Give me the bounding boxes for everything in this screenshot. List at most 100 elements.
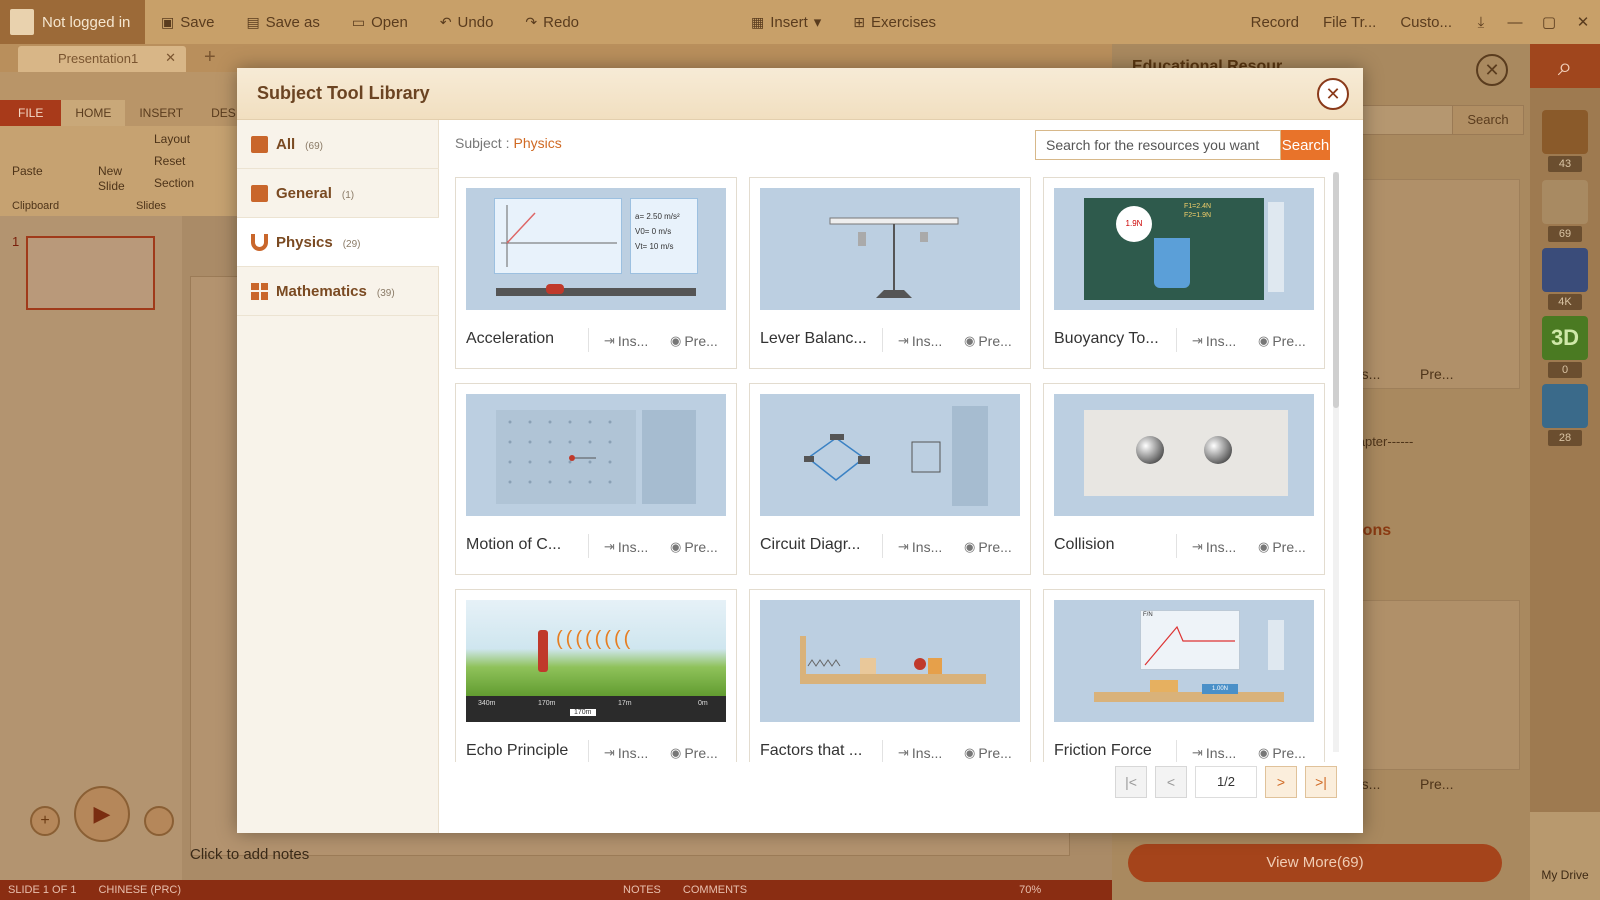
save-as-button[interactable]: ▤ Save as <box>230 14 335 31</box>
preview-button[interactable]: ◉ Pre... <box>670 333 718 349</box>
preview-button[interactable]: ◉ Pre... <box>670 539 718 555</box>
comments-toggle[interactable]: COMMENTS <box>683 884 747 896</box>
preview-button[interactable]: ◉ Pre... <box>964 745 1012 761</box>
tool-card[interactable]: F/N 1.00N Friction Force ⇥ Ins... ◉ Pre... <box>1043 589 1325 762</box>
preview-button[interactable]: ◉ Pre... <box>964 539 1012 555</box>
close-window-icon[interactable]: ✕ <box>1566 13 1600 31</box>
slideshow-icon[interactable] <box>144 806 174 836</box>
side-panel-close-icon[interactable]: ✕ <box>1476 54 1508 86</box>
tab-home[interactable]: HOME <box>61 100 126 126</box>
side-search-button[interactable]: Search <box>1452 105 1524 135</box>
tool-card[interactable]: (((((((( 340m 170m 17m 0m 170m Echo Prin… <box>455 589 737 762</box>
insert-button[interactable]: ⇥ Ins... <box>604 539 648 555</box>
record-button[interactable]: Record <box>1239 14 1311 31</box>
insert-button[interactable]: ⇥ Ins... <box>1192 539 1236 555</box>
tools-icon[interactable] <box>1542 180 1588 224</box>
tool-title: Buoyancy To... <box>1054 330 1159 347</box>
redo-button[interactable]: ↷ Redo <box>509 14 595 31</box>
insert-button[interactable]: ⇥ Ins... <box>898 333 942 349</box>
minimize-icon[interactable]: — <box>1498 14 1532 31</box>
preview-button[interactable]: ◉ Pre... <box>1258 745 1306 761</box>
account-area[interactable]: Not logged in <box>0 0 145 44</box>
tool-card[interactable]: Motion of C... ⇥ Ins... ◉ Pre... <box>455 383 737 575</box>
side-search-input[interactable] <box>1362 105 1462 135</box>
new-slide-button[interactable]: New Slide <box>98 164 134 194</box>
new-tab-icon[interactable]: + <box>204 46 216 69</box>
scrollbar[interactable] <box>1333 172 1339 752</box>
car-icon <box>546 284 564 294</box>
folder-icon: ▭ <box>351 13 366 30</box>
search-icon[interactable]: ⌕ <box>1530 44 1600 88</box>
chevron-down-icon: ▾ <box>813 14 822 31</box>
insert-button[interactable]: ⇥ Ins... <box>604 333 648 349</box>
close-icon[interactable]: ✕ <box>1317 78 1349 110</box>
tool-title: Circuit Diagr... <box>760 536 861 553</box>
notes-placeholder[interactable]: Click to add notes <box>190 846 309 863</box>
reset-button[interactable]: Reset <box>154 154 185 168</box>
tab-insert[interactable]: INSERT <box>125 100 197 126</box>
first-page-button[interactable]: |< <box>1115 766 1147 798</box>
preview-button[interactable]: ◉ Pre... <box>964 333 1012 349</box>
exercises-button[interactable]: ⊞ Exercises <box>837 14 952 31</box>
tab-file[interactable]: FILE <box>0 100 62 126</box>
category-general[interactable]: General (1) <box>237 169 439 218</box>
slide-thumbnail[interactable] <box>26 236 155 310</box>
3d-icon[interactable]: 3D <box>1542 316 1588 360</box>
play-icon[interactable]: ▶ <box>74 786 130 842</box>
insert-menu-button[interactable]: ▦ Insert ▾ <box>735 13 837 32</box>
video-icon[interactable] <box>1542 248 1588 292</box>
category-all[interactable]: All (69) <box>237 120 439 169</box>
layout-button[interactable]: Layout <box>154 132 190 146</box>
card-divider <box>588 740 589 762</box>
insert-button[interactable]: ⇥ Ins... <box>1192 333 1236 349</box>
maximize-icon[interactable]: ▢ <box>1532 13 1566 31</box>
insert-button[interactable]: ⇥ Ins... <box>604 745 648 761</box>
open-button[interactable]: ▭ Open <box>336 14 424 31</box>
undo-button[interactable]: ↶ Undo <box>424 14 510 31</box>
document-tab[interactable]: Presentation1 ✕ <box>18 46 186 72</box>
file-transfer-button[interactable]: File Tr... <box>1311 14 1388 31</box>
search-input[interactable] <box>1035 130 1281 160</box>
view-more-button[interactable]: View More(69) <box>1128 844 1502 882</box>
breadcrumb-subject[interactable]: Physics <box>513 135 561 151</box>
side-resource-card-2[interactable] <box>1342 600 1520 770</box>
tool-card[interactable]: Circuit Diagr... ⇥ Ins... ◉ Pre... <box>749 383 1031 575</box>
close-tab-icon[interactable]: ✕ <box>165 50 176 66</box>
category-physics[interactable]: Physics (29) <box>237 218 439 267</box>
prev-page-button[interactable]: < <box>1155 766 1187 798</box>
page-indicator[interactable]: 1/2 <box>1195 766 1257 798</box>
tool-card[interactable]: Lever Balanc... ⇥ Ins... ◉ Pre... <box>749 177 1031 369</box>
insert-icon: ⇥ <box>898 539 909 554</box>
next-page-button[interactable]: > <box>1265 766 1297 798</box>
zoom-level[interactable]: 70% <box>1019 884 1041 896</box>
insert-button[interactable]: ⇥ Ins... <box>1192 745 1236 761</box>
paste-button[interactable]: Paste <box>12 164 43 178</box>
category-mathematics[interactable]: Mathematics (39) <box>237 267 439 316</box>
side-card-preview-2[interactable]: Pre... <box>1420 776 1453 792</box>
preview-button[interactable]: ◉ Pre... <box>1258 333 1306 349</box>
download-icon[interactable]: ⤓ <box>1464 14 1498 31</box>
tool-title: Acceleration <box>466 330 555 347</box>
notes-toggle[interactable]: NOTES <box>623 884 661 896</box>
add-icon[interactable]: + <box>30 806 60 836</box>
side-resource-card[interactable] <box>1342 179 1520 389</box>
image-icon[interactable] <box>1542 384 1588 428</box>
search-button[interactable]: Search <box>1281 130 1330 160</box>
tool-card[interactable]: a= 2.50 m/s² V0= 0 m/s Vt= 10 m/s Accele… <box>455 177 737 369</box>
preview-button[interactable]: ◉ Pre... <box>670 745 718 761</box>
side-card-preview[interactable]: Pre... <box>1420 366 1453 382</box>
scrollbar-thumb[interactable] <box>1333 172 1339 408</box>
tool-card[interactable]: Factors that ... ⇥ Ins... ◉ Pre... <box>749 589 1031 762</box>
preview-button[interactable]: ◉ Pre... <box>1258 539 1306 555</box>
insert-button[interactable]: ⇥ Ins... <box>898 745 942 761</box>
my-drive-button[interactable]: My Drive <box>1530 812 1600 900</box>
section-button[interactable]: Section <box>154 176 194 190</box>
customize-button[interactable]: Custo... <box>1388 14 1464 31</box>
tool-card[interactable]: 1.9N F1=2.4N F2=1.9N Buoyancy To... ⇥ Ins… <box>1043 177 1325 369</box>
insert-button[interactable]: ⇥ Ins... <box>898 539 942 555</box>
save-button[interactable]: ▣ Save <box>145 14 230 31</box>
force-meter-reading: 1.00N <box>1202 684 1238 694</box>
tool-card[interactable]: Collision ⇥ Ins... ◉ Pre... <box>1043 383 1325 575</box>
books-icon[interactable] <box>1542 110 1588 154</box>
last-page-button[interactable]: >| <box>1305 766 1337 798</box>
